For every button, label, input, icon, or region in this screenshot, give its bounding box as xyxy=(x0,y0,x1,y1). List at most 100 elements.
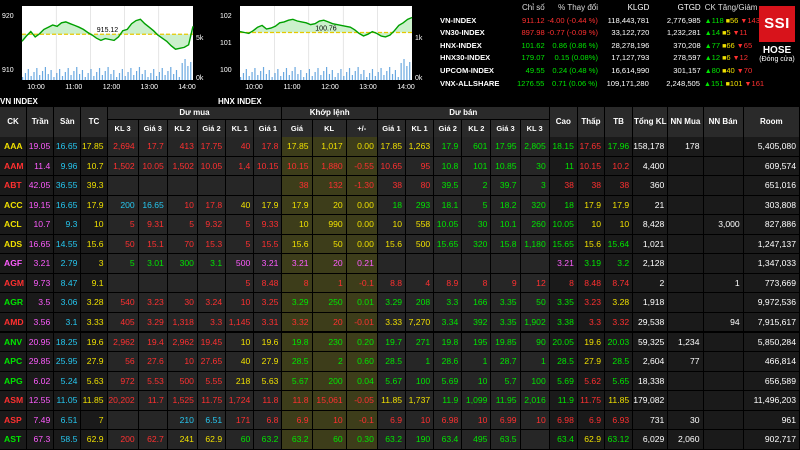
column-header[interactable]: Trần xyxy=(27,107,55,137)
foreign-sell xyxy=(703,352,744,372)
table-row[interactable]: ABT 42.05 36.55 39.3 38 132 -1.30 38 80 39.5 2 39.7… xyxy=(0,176,800,196)
ask-vol-3: 1,180 xyxy=(520,234,550,255)
header-value: GTGD xyxy=(677,3,701,12)
count-down: 70 xyxy=(743,65,753,75)
column-header[interactable]: Giá 2 xyxy=(197,119,227,137)
table-row[interactable]: ADS 16.65 14.55 15.6 50 15.1 70 15.3 5 15.5 15.6 50… xyxy=(0,234,800,255)
ask-price-2: 5.69 xyxy=(434,371,463,392)
column-header[interactable]: TB xyxy=(605,107,634,137)
table-row[interactable]: ANV 20.95 18.25 19.6 2,962 19.4 2,962 19.45 10 19… xyxy=(0,332,800,353)
bid-price-2: 17.8 xyxy=(197,195,227,216)
column-header[interactable]: NN Mua xyxy=(668,107,704,137)
column-header[interactable]: KL 2 xyxy=(462,119,492,137)
table-row[interactable]: APG 6.02 5.24 5.63 972 5.53 500 5.55 218 5.63 5.67… xyxy=(0,371,800,392)
column-header[interactable]: KL 2 xyxy=(167,119,198,137)
symbol[interactable]: ABT xyxy=(0,176,28,196)
symbol[interactable]: AAA xyxy=(0,137,28,157)
symbol[interactable]: ASP xyxy=(0,410,28,431)
column-header[interactable]: KL 1 xyxy=(406,119,435,137)
floor: 11.05 xyxy=(54,391,82,411)
index-row[interactable]: HNX30-INDEX 179.07 0.15 (0.08%) 17,127,793 2… xyxy=(440,52,760,65)
table-row[interactable]: AGF 3.21 2.79 3 5 3.01 300 3.1 500 3.21 3.21 20 0.21… xyxy=(0,254,800,274)
column-header[interactable]: TC xyxy=(81,107,108,137)
symbol[interactable]: AST xyxy=(0,430,28,450)
total-volume: 2 xyxy=(633,273,669,294)
table-row[interactable]: AST 67.3 58.5 62.9 200 62.7 241 62.9 60 63.2 63.2 6… xyxy=(0,430,800,450)
symbol[interactable]: AGF xyxy=(0,254,28,274)
symbol[interactable]: AGR xyxy=(0,293,28,313)
floor: 3.06 xyxy=(54,293,82,313)
symbol[interactable]: APC xyxy=(0,352,28,372)
table-row[interactable]: AGR 3.5 3.06 3.28 540 3.23 30 3.24 10 3.25 3.29 250… xyxy=(0,293,800,313)
column-header[interactable]: Tổng KL xyxy=(633,107,669,137)
table-row[interactable]: AAA 19.05 16.65 17.85 2,694 17.7 413 17.75 40 17.… xyxy=(0,137,800,157)
vn-index-chart[interactable]: 915.12 920 910 5k 0k 10:00 11:00 12:00 13:00 14:0… xyxy=(0,0,215,106)
table-row[interactable]: ACC 19.15 16.65 17.9 200 16.65 10 17.8 40 17.9 17.… xyxy=(0,195,800,216)
bid-price-1: 17.9 xyxy=(254,195,283,216)
table-row[interactable]: ACL 10.7 9.3 10 5 9.31 5 9.32 5 9.33 10 990 0.00 10 55… xyxy=(0,215,800,235)
ask-price-2: 3.3 xyxy=(434,293,463,313)
table-row[interactable]: APC 29.85 25.95 27.9 56 27.6 10 27.65 40 27.9 28.5… xyxy=(0,352,800,372)
table-row[interactable]: ASP 7.49 6.51 7 210 6.51 171 6.8 6.9 10 -0.1 6.9 10 6… xyxy=(0,410,800,431)
volume-bar xyxy=(50,70,52,80)
symbol[interactable]: ACC xyxy=(0,195,28,216)
column-header[interactable]: KL xyxy=(312,119,347,137)
hnx-index-chart[interactable]: 100.76 102 101 100 1k 0k 10:00 11:00 12:00 13:00 1… xyxy=(218,0,434,106)
match-price: 3.32 xyxy=(282,312,313,333)
column-header[interactable]: +/- xyxy=(346,119,378,137)
volume-bar xyxy=(187,66,189,80)
table-row[interactable]: ASM 12.55 11.05 11.85 20,202 11.7 1,525 11.75 1,… xyxy=(0,391,800,411)
column-header[interactable]: KL 3 xyxy=(520,119,550,137)
table-row[interactable]: AGM 9.73 8.47 9.1 5 8.48 8 1 -0.1 8.8 4 8.9 8 9 12 8 8.4… xyxy=(0,273,800,294)
column-header[interactable]: KL 3 xyxy=(107,119,139,137)
index-row[interactable]: VNX-ALLSHARE 1276.55 0.71 (0.06 %) 109,171,… xyxy=(440,78,764,91)
column-header[interactable]: Giá 3 xyxy=(138,119,168,137)
high: 15.65 xyxy=(549,234,578,255)
exchange-label[interactable]: HOSE xyxy=(757,45,797,56)
index-row[interactable]: VN30-INDEX 897.98 -0.77 (-0.09 %) 33,122,72… xyxy=(440,27,760,40)
volume-bar xyxy=(303,77,305,80)
low: 8.48 xyxy=(577,273,605,294)
volume-bar xyxy=(73,71,75,80)
column-header[interactable]: Giá xyxy=(282,119,313,137)
column-header[interactable]: Thấp xyxy=(577,107,605,137)
symbol[interactable]: APG xyxy=(0,371,28,392)
ceiling: 12.55 xyxy=(27,391,55,411)
column-header[interactable]: Sàn xyxy=(54,107,82,137)
column-header[interactable]: Cao xyxy=(549,107,578,137)
ask-price-2: 63.4 xyxy=(434,430,463,450)
column-header[interactable]: Giá 1 xyxy=(377,119,407,137)
column-header[interactable]: Room xyxy=(743,107,800,137)
index-row[interactable]: UPCOM-INDEX 49.55 0.24 (0.48 %) 16,614,990 3… xyxy=(440,65,760,78)
index-value-traded: 278,597 xyxy=(673,53,701,63)
high: 3.38 xyxy=(549,312,578,333)
symbol[interactable]: ASM xyxy=(0,391,28,411)
table-row[interactable]: AAM 11.4 9.96 10.7 1,502 10.05 1,502 10.05 1,4 10… xyxy=(0,156,800,177)
index-value-traded: 2,248,505 xyxy=(666,78,701,88)
y-tick: 920 xyxy=(2,13,14,20)
bid-price-2: 6.51 xyxy=(197,410,227,431)
index-volume: 28,278,196 xyxy=(611,40,650,50)
index-row[interactable]: VN-INDEX 911.12 -4.00 (-0.44 %) 118,443,781… xyxy=(440,15,760,28)
symbol[interactable]: ADS xyxy=(0,234,28,255)
symbol[interactable]: ACL xyxy=(0,215,28,235)
column-header[interactable]: KL 1 xyxy=(226,119,255,137)
ceiling: 3.21 xyxy=(27,254,55,274)
symbol[interactable]: AGM xyxy=(0,273,28,294)
bid-vol-3 xyxy=(107,273,139,294)
ask-price-1: 6.9 xyxy=(377,410,407,431)
symbol[interactable]: ANV xyxy=(0,332,28,353)
symbol[interactable]: AAM xyxy=(0,156,28,177)
column-header[interactable]: Giá 2 xyxy=(434,119,463,137)
column-header[interactable]: Giá 3 xyxy=(491,119,521,137)
column-header[interactable]: CK xyxy=(0,107,28,137)
high: 3.35 xyxy=(549,293,578,313)
symbol[interactable]: AMD xyxy=(0,312,28,333)
index-row[interactable]: HNX-INDEX 101.62 0.86 (0.86 %) 28,278,196 37… xyxy=(440,40,760,53)
ask-vol-3 xyxy=(520,254,550,274)
table-row[interactable]: AMD 3.56 3.1 3.33 405 3.29 1,318 3.3 1,145 3.31 3.… xyxy=(0,312,800,333)
column-header[interactable]: NN Bán xyxy=(703,107,744,137)
column-header[interactable]: Giá 1 xyxy=(254,119,283,137)
total-volume: 29,538 xyxy=(633,312,669,333)
bid-vol-3: 2,694 xyxy=(107,137,139,157)
